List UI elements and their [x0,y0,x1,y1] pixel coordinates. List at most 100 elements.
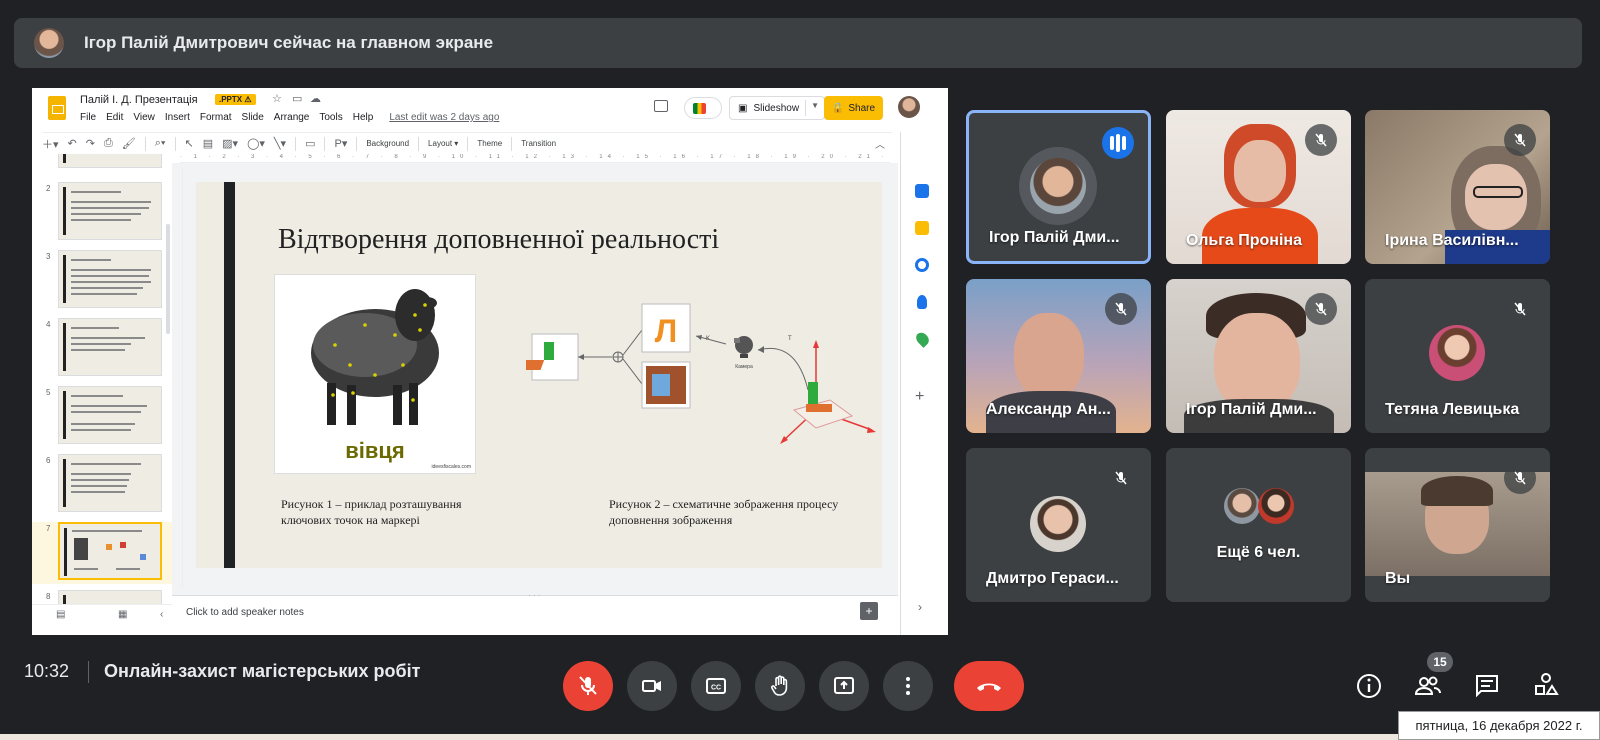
transition-button[interactable]: Transition [521,139,556,148]
menu-insert[interactable]: Insert [165,112,190,123]
slide-thumbnail[interactable] [58,386,162,444]
more-options-button[interactable] [883,661,933,711]
comments-icon[interactable] [654,100,668,112]
select-icon[interactable]: ↖ [185,137,194,150]
background-button[interactable]: Background [366,139,409,148]
explore-icon[interactable]: + [860,602,878,620]
filmstrip-item[interactable]: 4 [32,318,172,380]
menu-tools[interactable]: Tools [319,112,342,123]
horizontal-ruler[interactable]: · 1 · 2 · 3 · 4 · 5 · 6 · 7 · 8 · 9 · 10… [180,154,890,163]
document-title[interactable]: Палій І. Д. Презентація [80,94,198,106]
share-button[interactable]: 🔒 Share [824,96,883,120]
filmstrip-scrollbar[interactable] [166,224,170,334]
slide-thumbnail[interactable] [58,454,162,512]
filmstrip-item[interactable]: 3 [32,250,172,312]
image-icon[interactable]: ▨▾ [222,137,238,150]
menu-file[interactable]: File [80,112,96,123]
chevron-down-icon[interactable]: ▼ [811,101,819,110]
menu-format[interactable]: Format [200,112,232,123]
participant-tile[interactable]: Ігор Палій Дми... [1166,279,1351,433]
self-view-tile[interactable]: Вы [1365,448,1550,602]
layout-button[interactable]: Layout ▾ [428,139,458,148]
text-box-icon[interactable]: ▤ [203,137,213,150]
slide-thumbnail[interactable] [58,522,162,580]
last-edit-link[interactable]: Last edit was 2 days ago [389,112,499,123]
augmentation-diagram[interactable]: Л K Камера T [526,300,882,450]
menu-arrange[interactable]: Arrange [274,112,310,123]
notes-resize-handle[interactable]: · · · [528,591,540,600]
menu-slide[interactable]: Slide [242,112,264,123]
vertical-ruler[interactable] [174,168,183,588]
keep-icon[interactable] [915,221,929,235]
undo-icon[interactable]: ↶ [68,137,77,150]
speaker-notes-placeholder[interactable]: Click to add speaker notes [186,607,304,618]
filmstrip-item-current[interactable]: 7 [32,522,172,584]
chevron-right-icon[interactable]: › [918,600,922,614]
activities-button[interactable] [1528,668,1564,704]
meeting-details-button[interactable] [1351,668,1387,704]
star-icon[interactable]: ☆ [272,92,282,105]
cloud-status-icon[interactable]: ☁ [310,92,321,105]
account-avatar[interactable] [898,96,920,118]
current-slide[interactable]: Відтворення доповненної реальності вівця… [196,182,882,568]
chat-button[interactable] [1469,668,1505,704]
slide-thumbnail[interactable] [58,590,162,604]
file-format-badge[interactable]: .PPTX ⚠ [215,94,256,105]
participants-button[interactable] [1410,668,1446,704]
menu-view[interactable]: View [133,112,155,123]
slide-thumbnail[interactable] [58,182,162,240]
zoom-icon[interactable]: ⌕▾ [155,137,166,150]
figure-2-caption[interactable]: Рисунок 2 – схематичне зображення процес… [609,496,849,528]
comment-add-icon[interactable]: ▭ [305,137,315,150]
filmstrip-item[interactable]: 8 [32,590,172,604]
participant-tile[interactable]: Ігор Палій Дми... [966,110,1151,264]
new-slide-icon[interactable]: ＋▾ [42,136,59,152]
speaker-notes-area[interactable]: · · · Click to add speaker notes + [172,591,898,625]
menu-bar: File Edit View Insert Format Slide Arran… [80,112,499,123]
raise-hand-button[interactable] [755,661,805,711]
participant-tile[interactable]: Дмитро Гераси... [966,448,1151,602]
slide-thumbnail[interactable] [58,154,162,168]
line-icon[interactable]: ╲▾ [274,137,286,150]
menu-help[interactable]: Help [353,112,374,123]
captions-button[interactable]: CC [691,661,741,711]
tasks-icon[interactable] [915,258,929,272]
list-view-icon[interactable]: ▤ [56,609,65,620]
calendar-icon[interactable] [915,184,929,198]
contacts-icon[interactable] [917,295,927,309]
sheep-marker-image[interactable]: вівця ideesfiscales.com [274,274,476,474]
shape-icon[interactable]: ◯▾ [247,137,265,150]
filmstrip-item[interactable] [32,154,172,172]
camera-toggle-button[interactable] [627,661,677,711]
filmstrip-item[interactable]: 5 [32,386,172,448]
meet-call-button[interactable] [684,97,722,119]
add-addon-icon[interactable]: + [915,388,924,406]
present-screen-button[interactable] [819,661,869,711]
more-participants-tile[interactable]: Ещё 6 чел. [1166,448,1351,602]
theme-button[interactable]: Theme [477,139,502,148]
redo-icon[interactable]: ↷ [86,137,95,150]
chevron-left-icon[interactable]: ‹ [160,609,163,620]
print-icon[interactable]: ⎙ [104,137,113,150]
slide-thumbnail[interactable] [58,250,162,308]
input-tools-icon[interactable]: P▾ [334,137,347,150]
maps-icon[interactable] [913,330,932,348]
menu-edit[interactable]: Edit [106,112,123,123]
participant-tile[interactable]: Ірина Василівн... [1365,110,1550,264]
leave-call-button[interactable] [954,661,1024,711]
participant-tile[interactable]: Тетяна Левицька [1365,279,1550,433]
filmstrip-item[interactable]: 6 [32,454,172,516]
figure-1-caption[interactable]: Рисунок 1 – приклад розташування ключови… [281,496,501,528]
participant-tile[interactable]: Ольга Проніна [1166,110,1351,264]
participant-tile[interactable]: Александр Ан... [966,279,1151,433]
mic-toggle-button[interactable] [563,661,613,711]
slides-logo-icon[interactable] [48,96,66,120]
move-folder-icon[interactable]: ▭ [292,92,302,105]
filmstrip-item[interactable]: 2 [32,182,172,244]
collapse-menus-icon[interactable]: ︿ [875,136,885,151]
paint-format-icon[interactable]: 🖌 [122,137,136,150]
grid-view-icon[interactable]: ▦ [118,609,127,620]
slide-thumbnail[interactable] [58,318,162,376]
slideshow-button[interactable]: ▣ Slideshow ▼ [729,96,825,120]
slide-title[interactable]: Відтворення доповненної реальності [278,224,719,256]
